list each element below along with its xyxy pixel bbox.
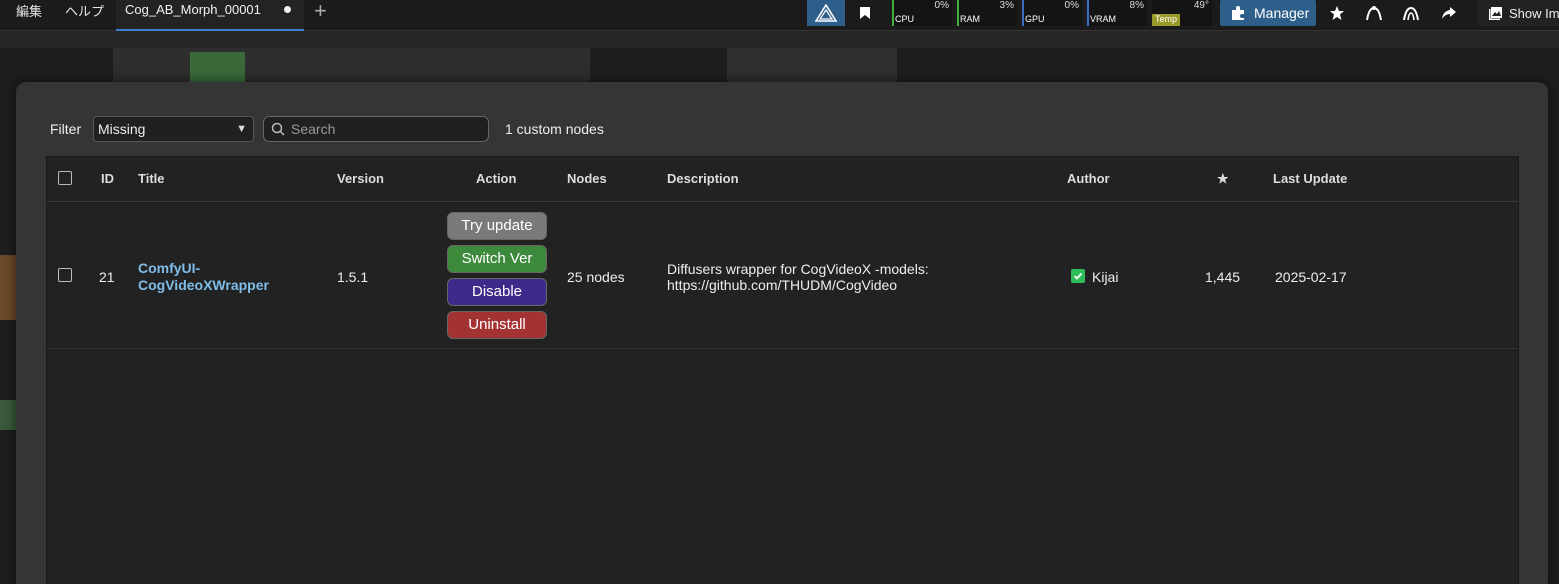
show-image-button[interactable]: Show Im xyxy=(1478,0,1559,26)
disable-button[interactable]: Disable xyxy=(447,278,547,306)
vram-value: 8% xyxy=(1129,0,1144,11)
triangle-logo-icon xyxy=(815,4,837,22)
ram-value: 3% xyxy=(999,0,1014,11)
gpu-monitor: GPU 0% xyxy=(1022,0,1082,26)
custom-nodes-manager-dialog: Filter Missing ▼ 1 custom nodes ID Title… xyxy=(16,82,1548,584)
uninstall-button[interactable]: Uninstall xyxy=(447,311,547,339)
try-update-button[interactable]: Try update xyxy=(447,212,547,240)
row-description: Diffusers wrapper for CogVideoX -models:… xyxy=(667,261,929,293)
row-title-line2: CogVideoXWrapper xyxy=(138,277,269,293)
table-row: 21 ComfyUI- CogVideoXWrapper 1.5.1 Try u… xyxy=(47,203,1518,349)
canvas-node-d xyxy=(0,255,16,320)
network-icon xyxy=(1365,6,1382,21)
star-button[interactable] xyxy=(1321,0,1352,26)
share-arrow-icon xyxy=(1441,7,1456,19)
verified-check-icon xyxy=(1071,269,1085,283)
header-author[interactable]: Author xyxy=(1067,171,1110,186)
header-last-update[interactable]: Last Update xyxy=(1273,171,1347,186)
menu-edit[interactable]: 編集 xyxy=(16,0,42,24)
filter-select-value: Missing xyxy=(98,121,146,137)
filter-select[interactable]: Missing ▼ xyxy=(93,116,254,142)
unsaved-dot-icon xyxy=(284,6,291,13)
switch-version-button[interactable]: Switch Ver xyxy=(447,245,547,273)
canvas-background xyxy=(0,31,1559,48)
gpu-value: 0% xyxy=(1064,0,1079,11)
manager-button-label: Manager xyxy=(1254,5,1310,21)
star-icon xyxy=(1329,6,1344,20)
row-description-line1: Diffusers wrapper for CogVideoX -models: xyxy=(667,261,929,277)
add-tab-button[interactable]: + xyxy=(314,0,327,24)
filter-label: Filter xyxy=(50,121,82,137)
header-stars[interactable]: ★ xyxy=(1217,171,1229,187)
share-b-button[interactable] xyxy=(1395,0,1426,26)
show-image-label: Show Im xyxy=(1509,5,1559,21)
share-a-button[interactable] xyxy=(1358,0,1389,26)
ram-monitor: RAM 3% xyxy=(957,0,1017,26)
row-nodes-count[interactable]: 25 nodes xyxy=(567,269,625,285)
canvas-node-a xyxy=(113,48,590,84)
row-last-update: 2025-02-17 xyxy=(1275,269,1347,285)
share-button[interactable] xyxy=(1433,0,1464,26)
header-nodes[interactable]: Nodes xyxy=(567,171,607,186)
header-title[interactable]: Title xyxy=(138,171,165,186)
network-alt-icon xyxy=(1402,6,1419,21)
manager-button[interactable]: Manager xyxy=(1220,0,1316,26)
workflow-tab-label: Cog_AB_Morph_00001 xyxy=(125,2,261,17)
puzzle-icon xyxy=(1232,6,1244,20)
temp-monitor: Temp 49° xyxy=(1152,0,1212,26)
header-description[interactable]: Description xyxy=(667,171,739,186)
search-box[interactable] xyxy=(263,116,489,142)
row-checkbox[interactable] xyxy=(58,268,72,282)
node-count-label: 1 custom nodes xyxy=(505,121,604,137)
canvas-node-c xyxy=(727,48,897,84)
chevron-down-icon: ▼ xyxy=(236,123,247,135)
vram-label: VRAM xyxy=(1090,14,1117,24)
menu-help[interactable]: ヘルプ xyxy=(65,0,104,24)
gpu-label: GPU xyxy=(1025,14,1045,24)
canvas-node-b xyxy=(190,52,245,82)
ram-label: RAM xyxy=(960,14,980,24)
row-stars: 1,445 xyxy=(1205,269,1241,285)
row-version: 1.5.1 xyxy=(337,269,369,285)
select-all-checkbox[interactable] xyxy=(58,171,72,185)
cpu-value: 0% xyxy=(934,0,949,11)
top-bar: 編集 ヘルプ Cog_AB_Morph_00001 + CPU 0% RAM 3… xyxy=(0,0,1559,31)
workflow-tab[interactable]: Cog_AB_Morph_00001 xyxy=(116,0,304,31)
search-input[interactable] xyxy=(291,119,481,139)
comfy-logo-button[interactable] xyxy=(807,0,845,26)
cpu-monitor: CPU 0% xyxy=(892,0,952,26)
cpu-label: CPU xyxy=(895,14,915,24)
temp-label: Temp xyxy=(1155,14,1178,24)
row-description-line2: https://github.com/THUDM/CogVideo xyxy=(667,277,898,293)
header-version[interactable]: Version xyxy=(337,171,384,186)
bookmark-button[interactable] xyxy=(847,0,883,26)
row-author: Kijai xyxy=(1092,269,1119,285)
header-id[interactable]: ID xyxy=(101,171,114,186)
bookmark-icon xyxy=(860,7,870,19)
gallery-icon xyxy=(1489,6,1502,20)
row-id: 21 xyxy=(99,269,115,285)
row-title-line1: ComfyUI- xyxy=(138,260,201,276)
vram-monitor: VRAM 8% xyxy=(1087,0,1147,26)
temp-value: 49° xyxy=(1193,0,1209,11)
row-title-link[interactable]: ComfyUI- CogVideoXWrapper xyxy=(138,260,269,294)
table-header: ID Title Version Action Nodes Descriptio… xyxy=(47,157,1518,202)
custom-nodes-table: ID Title Version Action Nodes Descriptio… xyxy=(46,156,1519,584)
canvas-node-e xyxy=(0,400,16,430)
header-action: Action xyxy=(476,171,517,186)
search-icon xyxy=(271,122,285,136)
